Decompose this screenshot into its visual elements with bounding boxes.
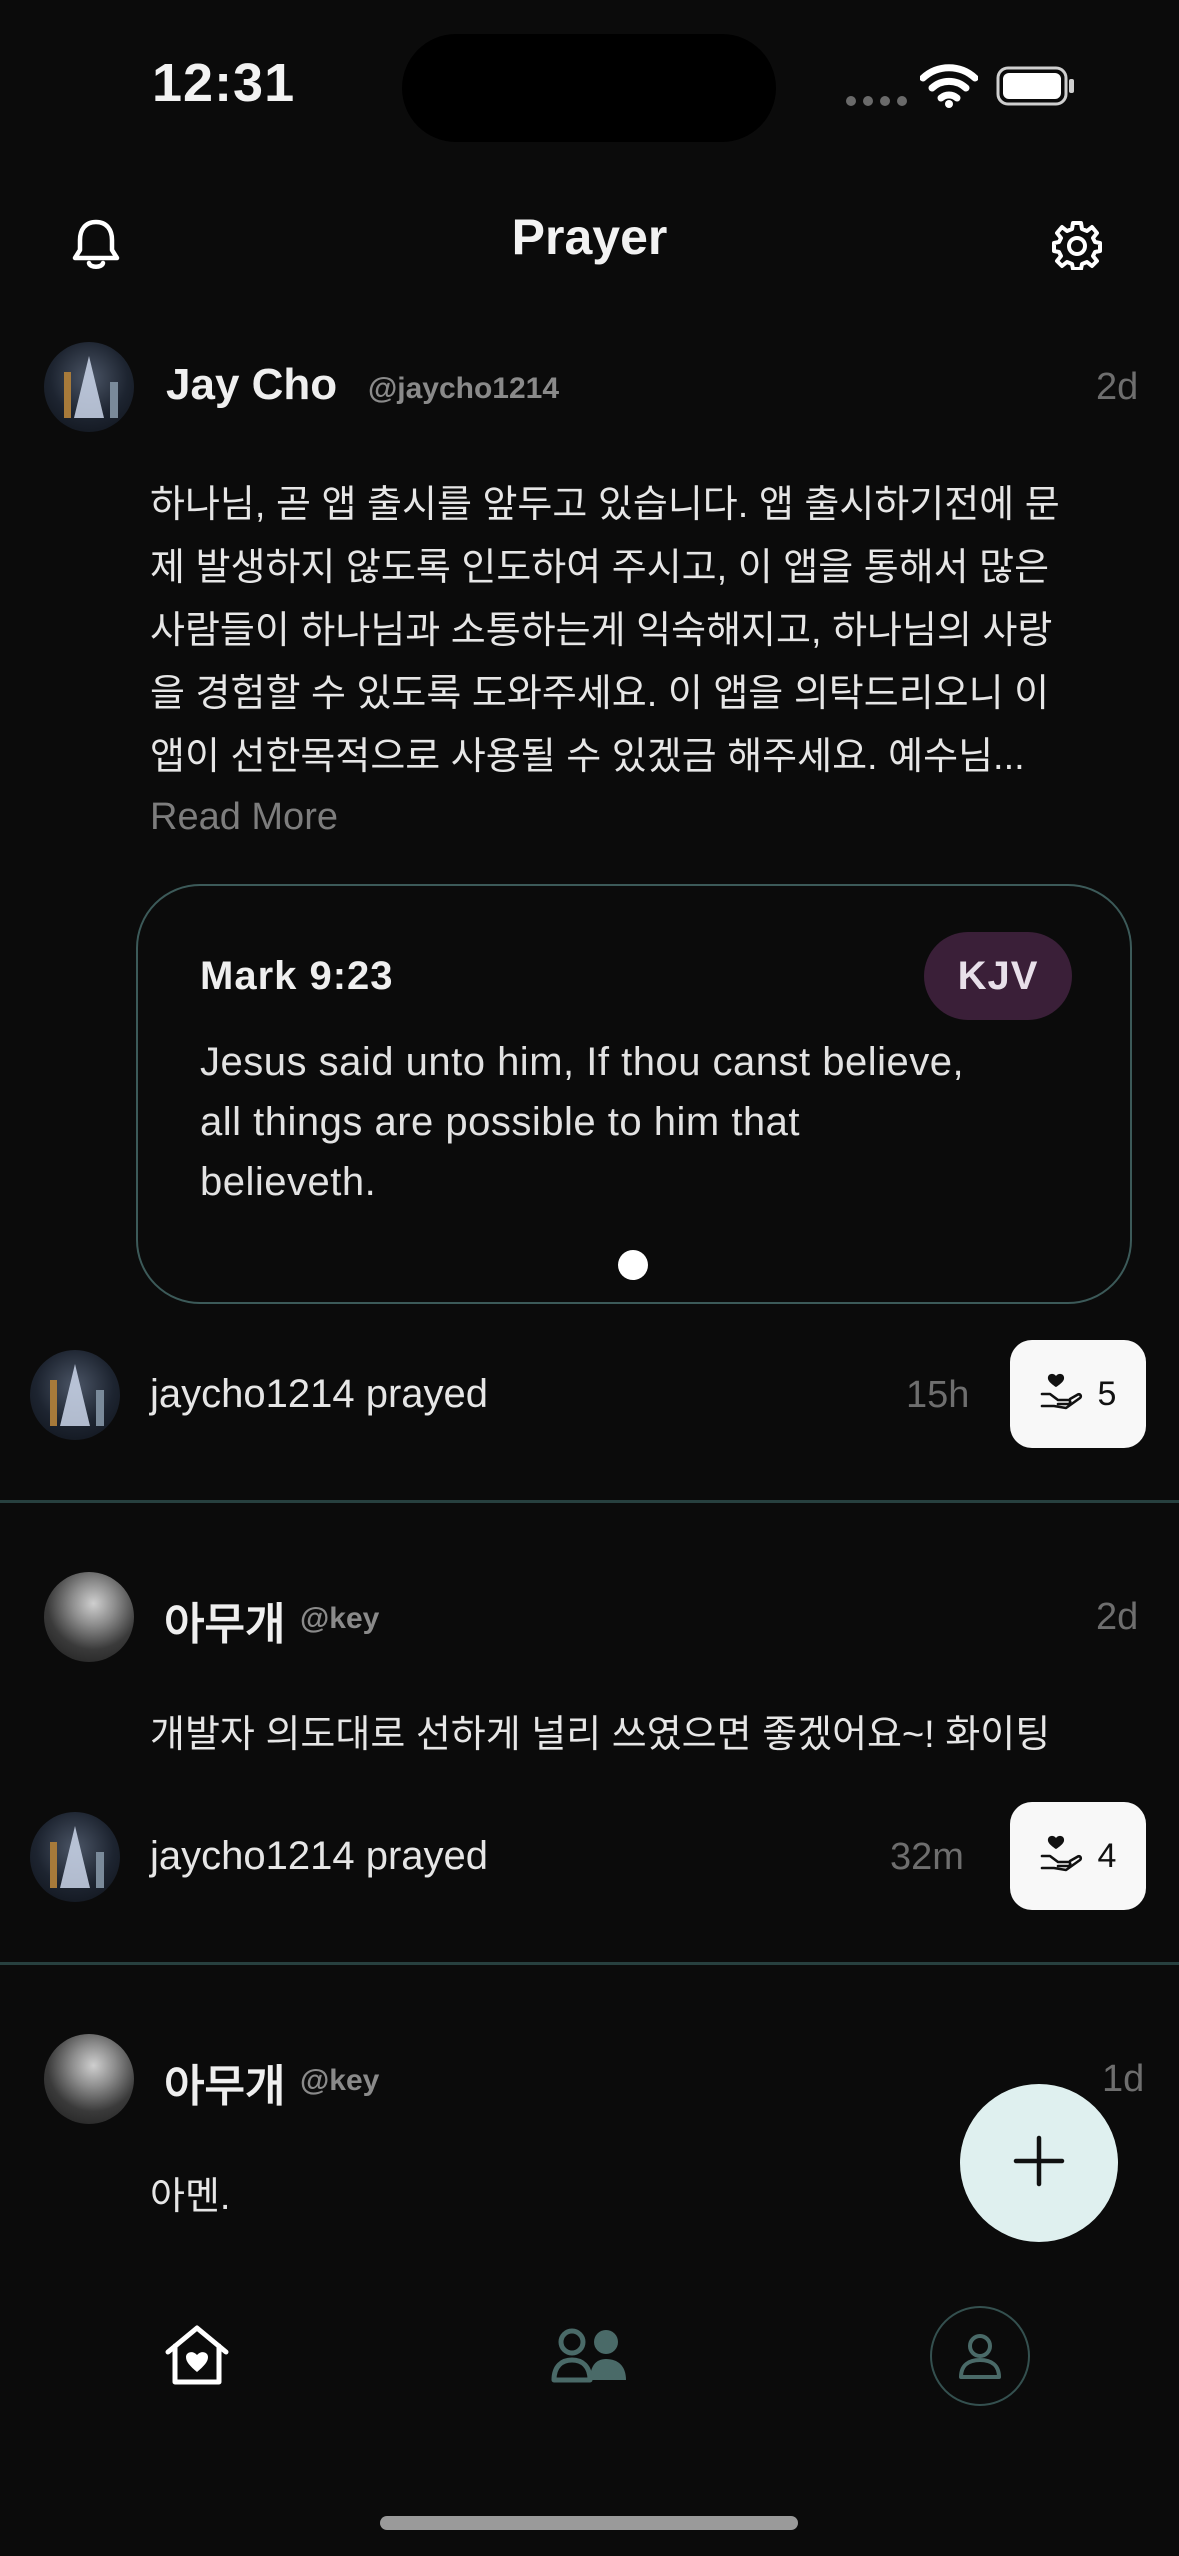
page-indicator-dot[interactable] [618, 1250, 648, 1280]
gear-icon[interactable] [1052, 220, 1102, 275]
page-title: Prayer [511, 209, 668, 265]
post-body[interactable]: 개발자 의도대로 선하게 널리 쓰였으면 좋겠어요~! 화이팅 [150, 1704, 1050, 1767]
author-handle[interactable]: @key [300, 2064, 379, 2098]
divider [0, 1500, 1179, 1503]
post-body[interactable]: 하나님, 곧 앱 출시를 앞두고 있습니다. 앱 출시하기전에 문 제 발생하지… [150, 474, 1150, 789]
profile-icon[interactable] [930, 2306, 1030, 2406]
prayed-by-text: jaycho1214 prayed [150, 1834, 489, 1878]
post-body-line: 제 발생하지 않도록 인도하여 주시고, 이 앱을 통해서 많은 [150, 547, 1050, 589]
post-body-line: 을 경험할 수 있도록 도와주세요. 이 앱을 의탁드리오니 이 [150, 673, 1050, 715]
read-more-link[interactable]: Read More [150, 796, 338, 839]
dynamic-island [402, 34, 776, 142]
author-handle[interactable]: @key [300, 1602, 379, 1636]
verse-line: all things are possible to him that [200, 1100, 801, 1144]
avatar[interactable] [44, 1572, 134, 1662]
pray-button[interactable]: 4 [1010, 1802, 1146, 1910]
wifi-icon [919, 62, 979, 113]
author-name[interactable]: 아무개 [164, 1588, 285, 1652]
divider [0, 1962, 1179, 1965]
battery-icon [996, 66, 1074, 106]
verse-text: Jesus said unto him, If thou canst belie… [200, 1032, 1080, 1212]
avatar[interactable] [44, 2034, 134, 2124]
post-time: 2d [1096, 366, 1139, 408]
post-body[interactable]: 아멘. [150, 2166, 230, 2229]
author-handle[interactable]: @jaycho1214 [368, 372, 559, 406]
verse-reference: Mark 9:23 [200, 954, 394, 998]
prayed-by-text: jaycho1214 prayed [150, 1372, 489, 1416]
pray-count: 5 [1097, 1374, 1117, 1413]
plus-icon [1012, 2134, 1066, 2193]
post-time: 1d [1102, 2058, 1145, 2100]
verse-line: Jesus said unto him, If thou canst belie… [200, 1040, 965, 1084]
author-name[interactable]: Jay Cho [166, 360, 337, 410]
author-name[interactable]: 아무개 [164, 2050, 285, 2114]
home-heart-icon[interactable] [162, 2322, 232, 2393]
cellular-signal-icon [846, 96, 907, 106]
status-time: 12:31 [152, 53, 296, 113]
post-time: 2d [1096, 1596, 1139, 1638]
praying-hands-icon [1040, 1832, 1084, 1881]
avatar[interactable] [30, 1812, 120, 1902]
avatar[interactable] [44, 342, 134, 432]
pray-count: 4 [1097, 1836, 1117, 1875]
home-indicator [380, 2516, 798, 2530]
prayed-time: 32m [890, 1836, 964, 1878]
pray-button[interactable]: 5 [1010, 1340, 1146, 1448]
post-body-line: 사람들이 하나님과 소통하는게 익숙해지고, 하나님의 사랑 [150, 610, 1053, 652]
verse-card[interactable]: Mark 9:23 KJV Jesus said unto him, If th… [136, 884, 1132, 1304]
avatar[interactable] [30, 1350, 120, 1440]
prayed-time: 15h [906, 1374, 970, 1416]
bible-version-badge[interactable]: KJV [924, 932, 1072, 1020]
people-icon[interactable] [550, 2326, 630, 2389]
praying-hands-icon [1040, 1370, 1084, 1419]
tab-bar [0, 2260, 1179, 2556]
new-prayer-button[interactable] [960, 2084, 1118, 2242]
post-body-line: 하나님, 곧 앱 출시를 앞두고 있습니다. 앱 출시하기전에 문 [150, 484, 1060, 526]
post-body-line: 앱이 선한목적으로 사용될 수 있겠금 해주세요. 예수님... [150, 736, 1025, 778]
verse-line: believeth. [200, 1160, 377, 1204]
